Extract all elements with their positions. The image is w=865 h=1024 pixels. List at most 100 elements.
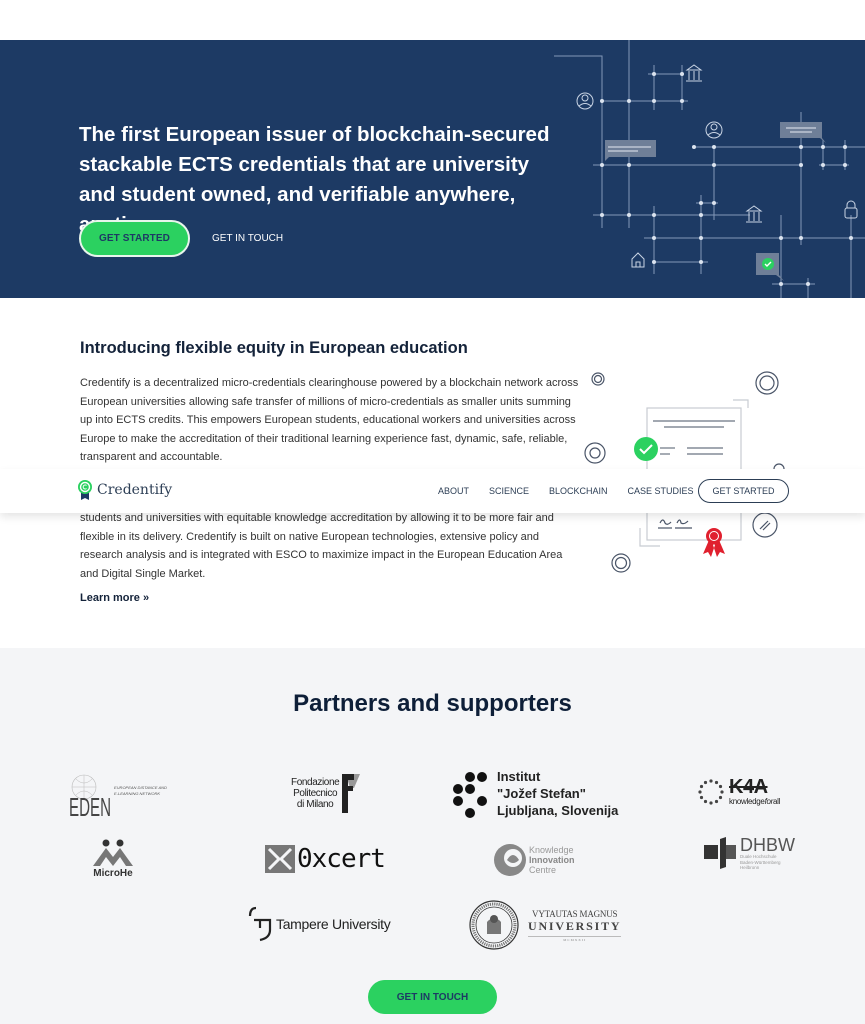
network-node	[652, 213, 656, 217]
network-node	[779, 282, 783, 286]
svg-text:E-LEARNING NETWORK: E-LEARNING NETWORK	[114, 791, 160, 796]
intro-paragraph-continued: students and universities with equitable…	[80, 512, 563, 580]
k4a-stars-icon	[698, 779, 724, 805]
k4a-tagline: for	[764, 797, 774, 806]
network-node	[779, 236, 783, 240]
logo-0xcert[interactable]: 0xcert	[265, 844, 386, 874]
brand-name: Credentify	[97, 482, 173, 498]
ijs-line: "Jožef Stefan"	[497, 786, 586, 801]
hero-actions: GET STARTED GET IN TOUCH	[79, 220, 283, 257]
network-node	[600, 163, 604, 167]
ijs-line: Institut	[497, 769, 541, 784]
network-node	[843, 145, 847, 149]
k4a-name: K4A	[729, 776, 768, 798]
nav-link-science[interactable]: SCIENCE	[489, 486, 529, 496]
polimi-f-icon	[342, 774, 361, 813]
network-node	[712, 201, 716, 205]
logo-knowledge-innovation-centre[interactable]: Knowledge Innovation Centre	[493, 842, 575, 878]
kic-line: Innovation	[529, 855, 575, 865]
network-node	[652, 236, 656, 240]
polimi-line: Fondazione	[291, 776, 340, 788]
network-node	[712, 145, 716, 149]
kic-line: Centre	[529, 865, 557, 875]
kic-line: Knowledge	[529, 845, 574, 855]
svg-text:EDEN: EDEN	[69, 792, 111, 818]
network-illustration	[554, 40, 865, 298]
network-node	[699, 236, 703, 240]
logo-fondazione-politecnico-milano[interactable]: Fondazione Politecnico di Milano	[291, 772, 362, 814]
ijs-line: Ljubljana, Slovenija	[497, 803, 619, 818]
network-node	[652, 260, 656, 264]
network-node	[843, 163, 847, 167]
logo-k4a[interactable]: K4A knowledgeforall	[697, 776, 781, 806]
user-icon	[705, 121, 723, 139]
ring-icon	[755, 371, 779, 395]
logo-institut-jozef-stefan[interactable]: Institut "Jožef Stefan" Ljubljana, Slove…	[450, 768, 618, 819]
credentify-badge-icon	[78, 480, 92, 500]
network-node	[799, 163, 803, 167]
intro-heading: Introducing flexible equity in European …	[80, 339, 468, 357]
user-icon	[576, 92, 594, 110]
get-started-button[interactable]: GET STARTED	[79, 220, 190, 257]
tampere-mark-icon	[248, 906, 272, 942]
tampere-name: Tampere University	[276, 916, 391, 932]
get-in-touch-link[interactable]: GET IN TOUCH	[212, 233, 283, 244]
learn-more-link[interactable]: Learn more »	[80, 592, 149, 604]
logo-vytautas-magnus-university[interactable]: VYTAUTAS MAGNUS UNIVERSITY MCMXXII	[469, 900, 622, 950]
nav-link-blockchain[interactable]: BLOCKCHAIN	[549, 486, 608, 496]
network-node	[627, 213, 631, 217]
polimi-line: di Milano	[296, 798, 334, 810]
microhe-name: MicroHe	[93, 868, 133, 879]
network-node	[806, 282, 810, 286]
nav-link-about[interactable]: ABOUT	[438, 486, 469, 496]
network-node	[680, 99, 684, 103]
0xcert-mark-icon	[265, 845, 295, 873]
logo-microhe[interactable]: MicroHe	[91, 839, 135, 879]
brand-logo[interactable]: Credentify	[78, 479, 172, 501]
bank-icon	[685, 64, 703, 82]
logo-dhbw[interactable]: DHBW Duale Hochschule Baden-Württemberg …	[704, 836, 795, 871]
dhbw-book-icon	[704, 837, 736, 870]
network-node	[699, 260, 703, 264]
network-node	[799, 145, 803, 149]
ring-icon	[611, 553, 631, 573]
network-node	[627, 163, 631, 167]
network-node	[849, 236, 853, 240]
chat-bubble-icon	[780, 122, 826, 143]
svg-text:EUROPEAN DISTANCE AND: EUROPEAN DISTANCE AND	[114, 785, 167, 790]
ring-icon	[591, 372, 605, 386]
network-node	[799, 236, 803, 240]
nav-link-case-studies[interactable]: CASE STUDIES	[628, 486, 694, 496]
kic-swirl-icon	[494, 844, 526, 876]
vmu-line: UNIVERSITY	[528, 918, 622, 933]
network-node	[652, 72, 656, 76]
navbar: Credentify ABOUT SCIENCE BLOCKCHAIN CASE…	[0, 469, 865, 513]
network-node	[699, 201, 703, 205]
verified-badge-icon	[756, 253, 784, 281]
network-node	[821, 145, 825, 149]
vmu-line: VYTAUTAS MAGNUS	[532, 908, 618, 919]
network-node	[821, 163, 825, 167]
check-circle-icon	[634, 437, 658, 461]
dhbw-sub: Heilbronn	[740, 865, 760, 870]
network-line	[554, 55, 603, 228]
logo-tampere-university[interactable]: Tampere University	[248, 906, 391, 942]
microhe-people-icon	[93, 839, 133, 866]
chat-bubble-icon	[605, 140, 656, 161]
eden-logo-icon: EDEN EUROPEAN DISTANCE AND E-LEARNING NE…	[69, 774, 167, 818]
k4a-tagline: all	[773, 797, 781, 806]
network-node	[699, 213, 703, 217]
vmu-line: MCMXXII	[528, 935, 622, 942]
dhbw-name: DHBW	[740, 835, 795, 855]
hero-section: The first European issuer of blockchain-…	[0, 40, 865, 298]
network-node	[600, 213, 604, 217]
network-node	[627, 99, 631, 103]
partners-get-in-touch-button[interactable]: GET IN TOUCH	[368, 980, 497, 1014]
intro-paragraph: Credentify is a decentralized micro-cred…	[80, 377, 579, 463]
logo-eden[interactable]: EDEN EUROPEAN DISTANCE AND E-LEARNING NE…	[68, 772, 168, 818]
ijs-dots-icon	[453, 771, 487, 818]
nav-get-started-button[interactable]: GET STARTED	[698, 479, 789, 503]
network-node	[680, 72, 684, 76]
ring-icon	[752, 512, 778, 538]
k4a-tagline: knowledge	[729, 797, 765, 806]
